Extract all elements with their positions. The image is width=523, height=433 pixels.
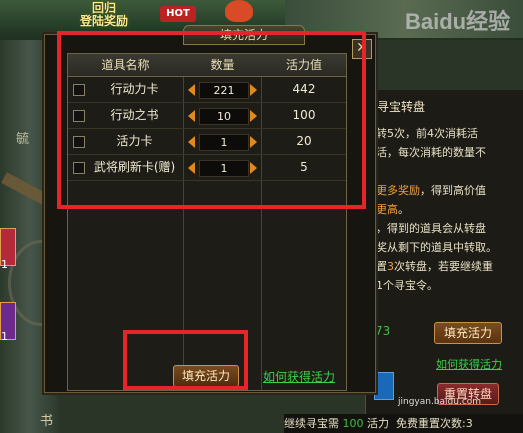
line-post: 转5次，前4次消耗活 (376, 127, 478, 140)
left-side-label: 毓 (16, 132, 30, 147)
return-login-reward-icon[interactable]: 回归 登陆奖励 (80, 2, 128, 28)
card-count-1: 1 (1, 258, 8, 271)
panel-text-line: 更高。 (376, 201, 409, 217)
blue-item-slot[interactable] (374, 372, 394, 400)
panel-text-line: 1个寻宝令。 (376, 277, 438, 293)
panel-text-line: 活，每次消耗的数量不 (376, 144, 486, 160)
continue-label: 继续寻宝需 (284, 417, 339, 430)
line-post: 活，每次消耗的数量不 (376, 146, 486, 159)
angry-bird-icon[interactable] (225, 0, 253, 22)
annotation-box-items (57, 31, 366, 209)
line-post: 奖从剩下的道具中转取。 (376, 241, 497, 254)
vigor-unit: 活力 (367, 417, 389, 430)
line-post: 1个寻宝令。 (376, 279, 438, 292)
line-highlight: 更多奖励 (376, 184, 420, 197)
line-post: 。 (398, 203, 409, 216)
required-vigor: 100 (342, 417, 364, 430)
line-highlight: 3 (387, 260, 394, 273)
line-post: ，得到的道具会从转盘 (376, 222, 486, 235)
line-highlight: 更高 (376, 203, 398, 216)
panel-text-line: 转5次，前4次消耗活 (376, 125, 478, 141)
left-bottom-label: 书 (40, 414, 54, 429)
line-post: ，得到高价值 (420, 184, 486, 197)
panel-fill-vigor-button[interactable]: 填充活力 (434, 322, 502, 344)
jingyan-url: jingyan.baidu.com (398, 397, 482, 407)
vigor-amount: 73 (375, 324, 391, 338)
baidu-watermark: Baidu经验 (405, 9, 511, 34)
panel-how-to-get-vigor-link[interactable]: 如何获得活力 (436, 356, 502, 372)
hot-badge[interactable]: HOT (160, 6, 196, 22)
free-reset-count: 3 (465, 417, 473, 430)
card-count-2: 1 (1, 330, 8, 343)
panel-text-line: ，得到的道具会从转盘 (376, 220, 486, 236)
free-reset-label: 免费重置次数: (396, 417, 466, 430)
treasure-wheel-title: 寻宝转盘 (377, 100, 426, 114)
panel-text-line: 更多奖励，得到高价值 (376, 182, 486, 198)
annotation-box-button (123, 330, 248, 390)
panel-text-line: 置3次转盘，若要继续重 (376, 258, 493, 274)
how-to-get-vigor-link[interactable]: 如何获得活力 (263, 368, 335, 385)
reward-line2: 登陆奖励 (80, 14, 129, 28)
line-pre: 置 (376, 260, 387, 273)
panel-text-line: 奖从剩下的道具中转取。 (376, 239, 497, 255)
line-post: 次转盘，若要继续重 (394, 260, 493, 273)
bottom-status-bar: 继续寻宝需 100 活力 免费重置次数:3 (284, 414, 523, 433)
